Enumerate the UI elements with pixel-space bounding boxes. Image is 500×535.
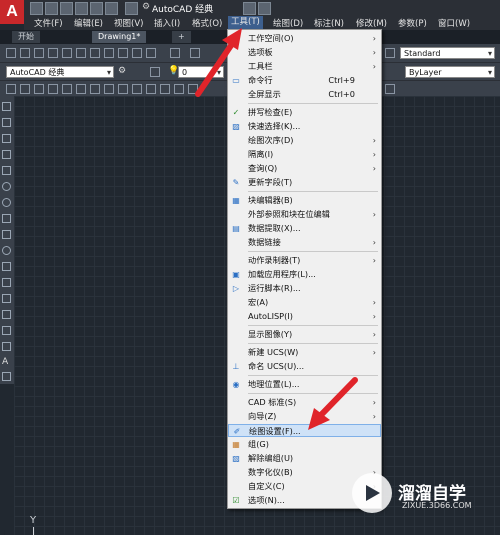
watermark-url: ZIXUE.3D66.COM xyxy=(402,501,472,510)
play-icon xyxy=(366,485,380,501)
arrow-to-tools-menu-icon xyxy=(195,28,242,97)
arrow-to-drafting-settings-icon xyxy=(308,377,358,430)
annotation-arrows xyxy=(195,28,358,430)
watermark: 溜溜自学 ZIXUE.3D66.COM xyxy=(352,465,500,525)
